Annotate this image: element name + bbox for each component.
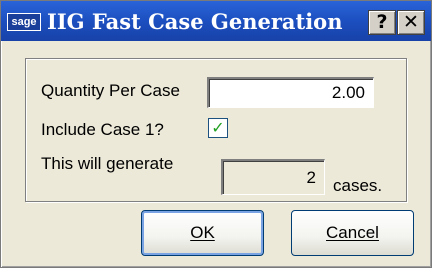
include-case-1-checkbox[interactable]: ✓ bbox=[208, 118, 228, 138]
dialog-window: sage IIG Fast Case Generation ? ✕ Quanti… bbox=[0, 0, 432, 268]
help-button[interactable]: ? bbox=[368, 10, 396, 35]
cancel-button[interactable]: Cancel bbox=[291, 210, 414, 256]
generated-cases-field: 2 bbox=[221, 159, 325, 195]
title-bar: sage IIG Fast Case Generation ? ✕ bbox=[1, 1, 431, 41]
include-case-1-label: Include Case 1? bbox=[41, 120, 164, 139]
close-button[interactable]: ✕ bbox=[397, 10, 425, 35]
will-generate-label: This will generate bbox=[41, 154, 174, 173]
sage-logo-icon: sage bbox=[7, 13, 41, 31]
quantity-per-case-input[interactable]: 2.00 bbox=[207, 77, 374, 108]
ok-button-label: OK bbox=[190, 223, 215, 242]
quantity-per-case-label: Quantity Per Case bbox=[41, 81, 180, 100]
ok-button[interactable]: OK bbox=[141, 210, 264, 256]
window-title: IIG Fast Case Generation bbox=[47, 9, 343, 34]
cancel-button-label: Cancel bbox=[326, 223, 379, 242]
cases-unit-label: cases. bbox=[333, 176, 383, 195]
